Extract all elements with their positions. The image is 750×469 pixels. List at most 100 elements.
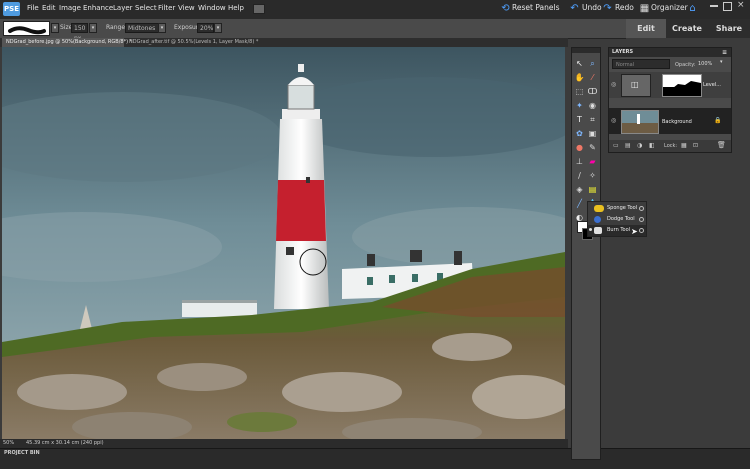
layers-panel-header[interactable]: LAYERS ≡ [609,48,731,57]
home-icon[interactable]: ⌂ [687,3,698,14]
layers-panel-title: LAYERS [612,49,634,55]
lock-pixels-icon[interactable]: ▦ [681,142,687,149]
menu-layer[interactable]: Layer [113,4,133,12]
undo-icon: ↶ [570,3,579,14]
tab-edit[interactable]: Edit [626,19,666,38]
undo-button[interactable]: Undo [582,3,602,12]
close-icon[interactable]: × [737,0,745,10]
type-tool-icon[interactable]: T [574,114,585,125]
smart-brush-icon[interactable]: ✧ [587,170,598,181]
flyout-item-burn[interactable]: Burn Tool ➤ [588,225,646,236]
shape-tool-icon[interactable]: ╱ [574,198,585,209]
menu-bar: PSE File Edit Image Enhance Layer Select… [0,0,750,20]
range-label: Range: [106,24,128,31]
menu-view[interactable]: View [178,4,195,12]
project-bin-label[interactable]: PROJECT BIN [4,450,40,456]
hand-tool-icon[interactable]: ✋ [574,72,585,83]
exposure-dropdown-arrow[interactable]: ▾ [214,23,222,33]
toolbox: ↖ ⌕ ✋ ⁄ ⬚ ↀ ✦ ◉ T ⌗ ✿ ▣ ● ✎ ⊥ ▰ ∕ ✧ ◈ ▤ … [571,47,601,460]
red-eye-removal-icon[interactable]: ● [574,142,585,153]
layer-row-background[interactable]: ◎ Background 🔒 [609,108,731,134]
minimize-icon[interactable] [710,5,718,7]
tool-option-icon [639,206,644,211]
menu-window[interactable]: Window [198,4,226,12]
new-group-icon[interactable]: ▤ [625,142,631,149]
brush-preset-picker[interactable] [3,21,50,36]
quick-selection-icon[interactable]: ✦ [574,100,585,111]
mode-tabs: Edit Create Share [626,19,750,38]
new-layer-icon[interactable]: ▭ [613,142,619,149]
brush-tool-icon[interactable]: ∕ [574,170,585,181]
layer-row-levels[interactable]: ◎ ◫ Level... [609,72,731,98]
lighthouse-photo [2,47,565,439]
lasso-icon[interactable]: ↀ [587,86,598,97]
red-eye-icon[interactable]: ◉ [587,100,598,111]
size-field[interactable]: 150 px [71,23,88,42]
menu-enhance[interactable]: Enhance [83,4,113,12]
clone-stamp-icon[interactable]: ⊥ [574,156,585,167]
adjustment-layer-icon[interactable]: ◑ [637,142,642,149]
organizer-button[interactable]: Organizer [651,3,688,12]
healing-brush-icon[interactable]: ✎ [587,142,598,153]
background-thumbnail-graphic [622,111,658,133]
cookie-cutter-icon[interactable]: ✿ [574,128,585,139]
toolbox-header[interactable] [572,48,600,53]
crop-tool-icon[interactable]: ⌗ [587,114,598,125]
marquee-icon[interactable]: ⬚ [574,86,585,97]
zoom-level[interactable]: 50% [3,440,14,446]
flyout-label: Burn Tool [607,227,631,233]
image-canvas[interactable] [2,47,565,439]
maximize-icon[interactable] [723,2,732,11]
document-tabs: NDGrad_before.jpg @ 50%(Background, RGB/… [0,38,568,47]
flyout-label: Dodge Tool [607,216,635,222]
visibility-eye-icon[interactable]: ◎ [611,81,616,88]
workspace-switcher-button[interactable] [253,4,265,14]
menu-file[interactable]: File [27,4,39,12]
visibility-eye-icon[interactable]: ◎ [611,117,616,124]
tool-option-icon [639,217,644,222]
recompose-icon[interactable]: ▣ [587,128,598,139]
eyedropper-icon[interactable]: ⁄ [587,72,598,83]
burn-icon [594,227,602,234]
project-bin: PROJECT BIN [0,448,750,469]
add-mask-icon[interactable]: ◧ [649,142,655,149]
lock-all-icon[interactable]: ⊡ [693,142,698,149]
flyout-item-dodge[interactable]: Dodge Tool [588,214,646,225]
menu-image[interactable]: Image [59,4,81,12]
zoom-tool-icon[interactable]: ⌕ [587,58,598,69]
menu-filter[interactable]: Filter [158,4,175,12]
paint-bucket-icon[interactable]: ◈ [574,184,585,195]
lock-label: Lock: [664,143,678,149]
layer-mask-thumbnail[interactable] [662,74,702,97]
reset-panels-button[interactable]: Reset Panels [512,3,559,12]
document-tab-before[interactable]: NDGrad_before.jpg @ 50%(Background, RGB/… [2,38,132,47]
layers-panel: LAYERS ≡ Normal Opacity: 100% ▾ ◎ ◫ Level… [608,47,732,153]
panel-menu-icon[interactable]: ≡ [722,48,727,57]
layer-name: Background [662,119,692,125]
opacity-dropdown-icon[interactable]: ▾ [720,59,723,65]
redo-button[interactable]: Redo [615,3,634,12]
toning-tool-flyout: Sponge Tool Dodge Tool Burn Tool ➤ [587,201,647,237]
blend-mode-select[interactable]: Normal [612,59,670,69]
menu-edit[interactable]: Edit [42,4,56,12]
brush-stroke-icon [8,26,46,35]
delete-layer-icon[interactable]: 🗑 [717,141,726,149]
size-dropdown-arrow[interactable]: ▾ [89,23,97,33]
brush-dropdown-arrow[interactable]: ▾ [51,23,59,33]
tab-create[interactable]: Create [666,19,708,38]
flyout-item-sponge[interactable]: Sponge Tool [588,203,646,214]
menu-select[interactable]: Select [135,4,157,12]
gradient-tool-icon[interactable]: ▤ [587,184,598,195]
range-dropdown-arrow[interactable]: ▾ [158,23,166,33]
document-tab-after[interactable]: NDGrad_after.tif @ 50.5%(Levels 1, Layer… [125,38,258,47]
tab-share[interactable]: Share [708,19,750,38]
reset-panels-icon: ⟲ [501,3,510,14]
eraser-icon[interactable]: ▰ [587,156,598,167]
sponge-icon [594,205,604,212]
document-dimensions: 45.39 cm x 30.14 cm (240 ppi) [26,440,104,446]
menu-help[interactable]: Help [228,4,244,12]
exposure-field[interactable]: 20% [197,23,214,33]
opacity-field[interactable]: 100% [698,59,719,69]
range-select[interactable]: Midtones [125,23,159,33]
move-tool-icon[interactable]: ↖ [574,58,585,69]
